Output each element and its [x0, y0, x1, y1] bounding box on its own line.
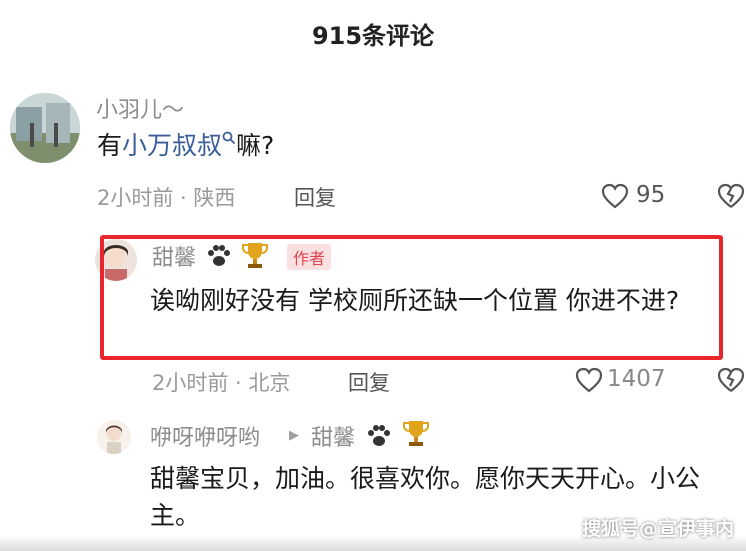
watermark: 搜狐号@宣伊事内: [581, 518, 734, 540]
paw-icon: [364, 423, 394, 453]
avatar-image: [10, 93, 80, 163]
reply-to-username[interactable]: 甜馨: [311, 420, 355, 452]
search-icon[interactable]: [222, 131, 236, 160]
comment-username[interactable]: 小羽儿～: [96, 92, 184, 124]
trophy-icon: [402, 418, 430, 452]
reply-button[interactable]: 回复: [348, 367, 390, 397]
avatar[interactable]: [97, 420, 131, 454]
broken-heart-icon[interactable]: [717, 183, 745, 213]
comment-username[interactable]: 咿呀咿呀哟: [150, 420, 260, 452]
broken-heart-icon[interactable]: [717, 367, 745, 397]
avatar-image: [97, 420, 131, 454]
like-count: 95: [636, 182, 666, 208]
comment-text-after: 嘛?: [236, 131, 275, 160]
comment-text: 有小万叔叔 嘛?: [97, 127, 274, 164]
comment-meta: 2小时前 · 北京: [152, 371, 291, 395]
play-arrow-icon: ▶: [289, 428, 299, 443]
comments-count-title: 915条评论: [311, 22, 435, 50]
avatar[interactable]: [10, 93, 80, 163]
heart-icon[interactable]: [575, 367, 603, 397]
mention-link[interactable]: 小万叔叔: [122, 131, 222, 160]
comment-meta: 2小时前 · 陕西: [97, 186, 236, 210]
comment-text-before: 有: [97, 131, 123, 160]
like-count: 1407: [607, 366, 666, 392]
highlight-box: [100, 235, 723, 360]
heart-icon[interactable]: [601, 183, 629, 213]
reply-button[interactable]: 回复: [294, 182, 336, 212]
